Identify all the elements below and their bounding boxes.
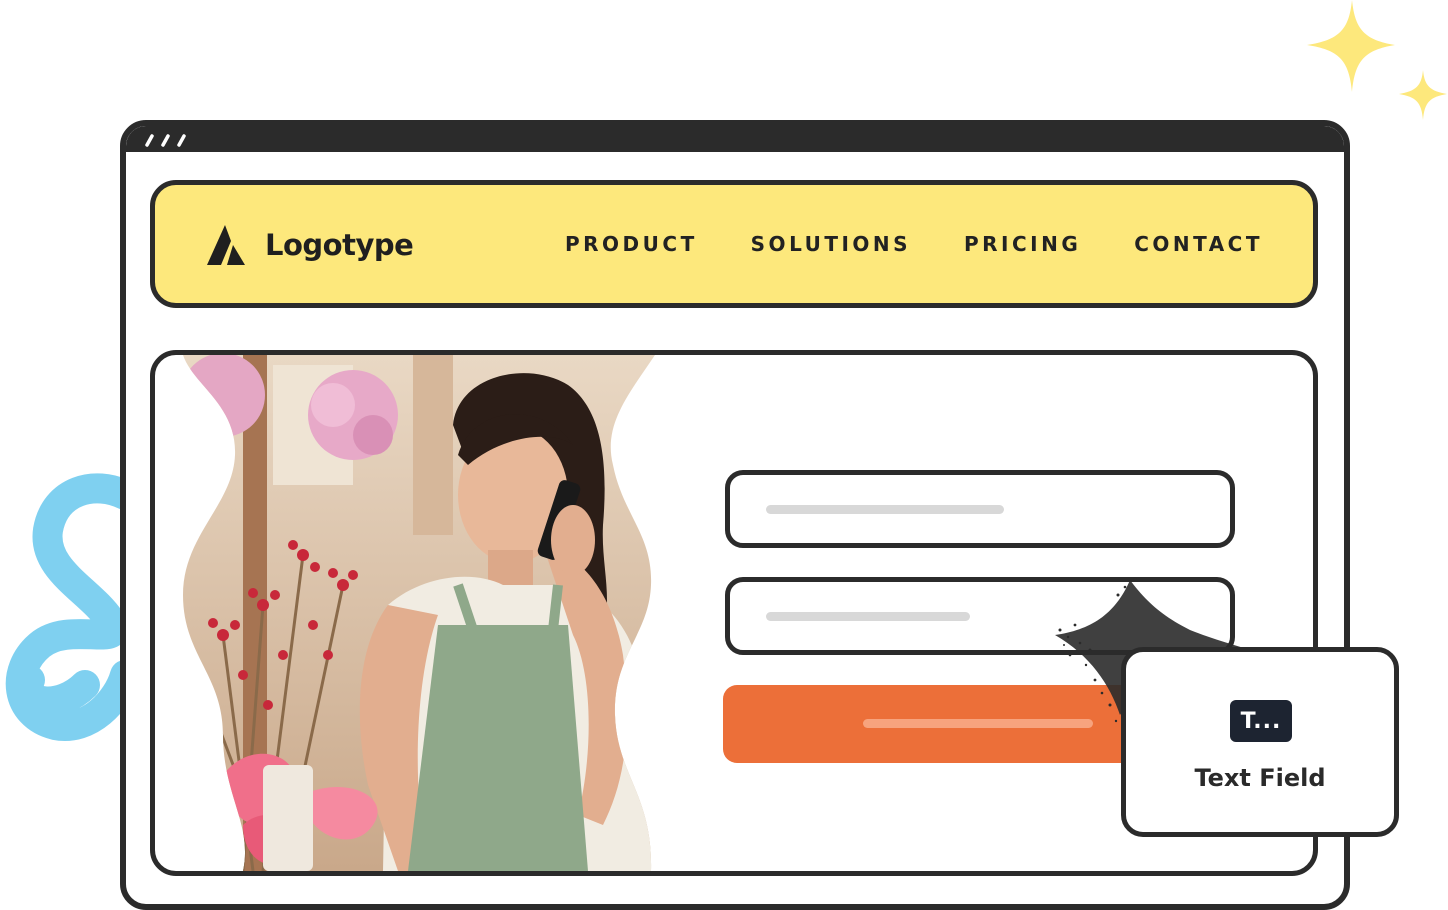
text-field-icon: T... <box>1230 700 1292 742</box>
site-header: Logotype PRODUCT SOLUTIONS PRICING CONTA… <box>150 180 1318 308</box>
illustration-canvas: Logotype PRODUCT SOLUTIONS PRICING CONTA… <box>0 0 1448 910</box>
sparkle-icon <box>1307 0 1447 120</box>
text-field-component-card[interactable]: T... Text Field <box>1121 647 1399 837</box>
nav-item-contact[interactable]: CONTACT <box>1134 232 1263 256</box>
squiggle-decoration <box>5 473 140 741</box>
window-controls-icon <box>145 134 186 147</box>
nav-item-solutions[interactable]: SOLUTIONS <box>751 232 911 256</box>
text-input-1[interactable] <box>725 470 1235 548</box>
logo-mark-icon <box>207 225 245 265</box>
main-nav: PRODUCT SOLUTIONS PRICING CONTACT <box>565 185 1263 303</box>
nav-item-pricing[interactable]: PRICING <box>964 232 1081 256</box>
placeholder-line <box>766 505 1004 514</box>
logo[interactable]: Logotype <box>205 221 414 269</box>
browser-titlebar <box>126 126 1344 152</box>
text-field-label: Text Field <box>1194 764 1326 792</box>
logo-text: Logotype <box>265 228 414 262</box>
hero-photo <box>183 355 655 871</box>
nav-item-product[interactable]: PRODUCT <box>565 232 698 256</box>
placeholder-line <box>766 612 970 621</box>
